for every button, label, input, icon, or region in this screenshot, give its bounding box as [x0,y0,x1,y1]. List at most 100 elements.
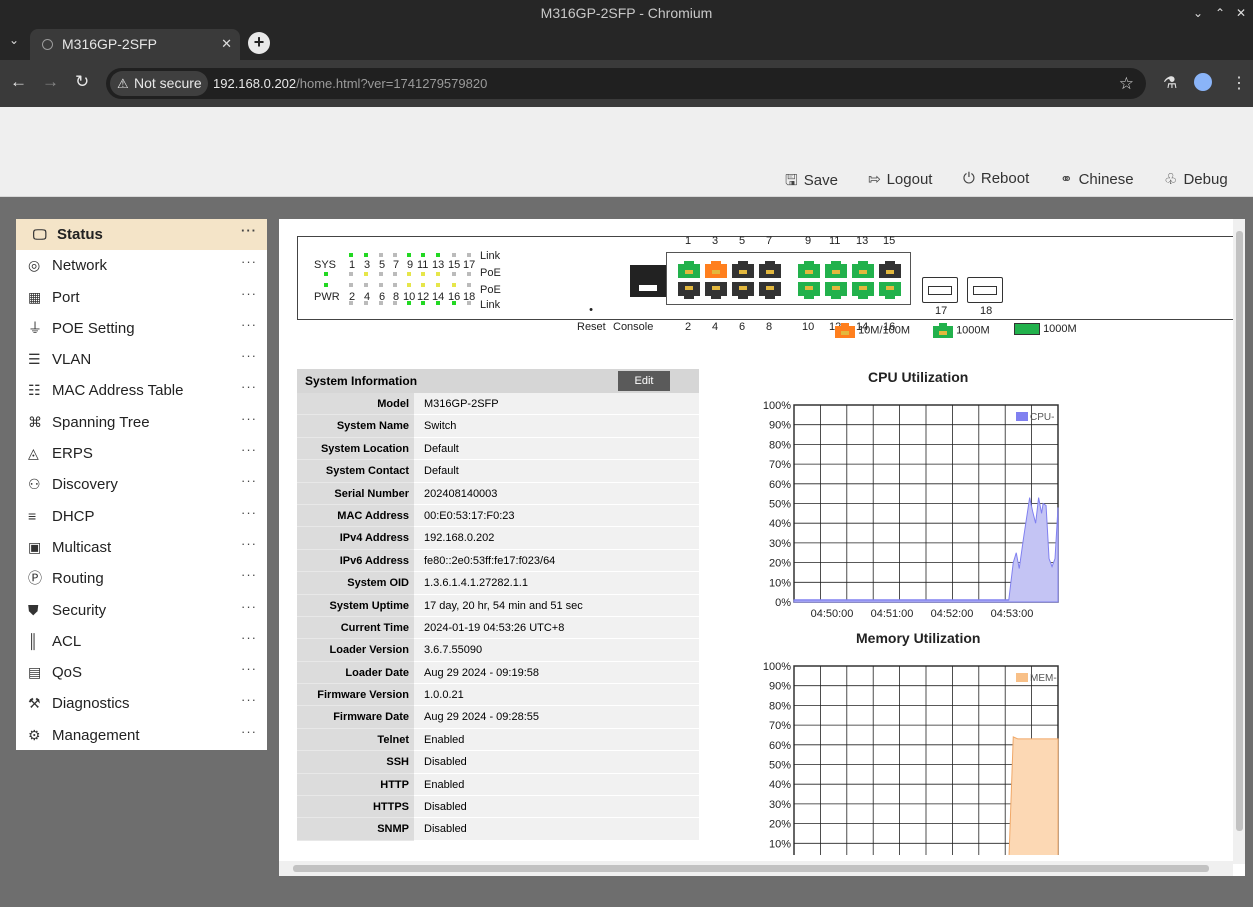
debug-button[interactable]: ♧ Debug [1164,170,1228,188]
sidebar-item-discovery[interactable]: ⚇ Discovery ··· [16,469,267,500]
y-tick-label: 20% [769,558,791,570]
y-tick-label: 40% [769,779,791,791]
sidebar-item-dhcp[interactable]: ≡ DHCP ··· [16,501,267,532]
more-icon[interactable]: ··· [241,559,257,590]
sidebar-item-poe-setting[interactable]: ⏚ POE Setting ··· [16,313,267,344]
bookmark-star-icon[interactable]: ☆ [1119,68,1134,99]
odd-port-number: 3 [364,259,371,271]
rj45-port-icon[interactable] [825,261,847,278]
rj45-port-icon[interactable] [798,261,820,278]
sidebar-item-acl[interactable]: ║ ACL ··· [16,626,267,657]
more-icon[interactable]: ··· [241,653,257,684]
gear-icon: ⚙ [28,726,41,743]
row-label-poe-bottom: PoE [480,284,501,296]
sidebar-item-erps[interactable]: ◬ ERPS ··· [16,438,267,469]
labs-flask-icon[interactable]: ⚗ [1163,73,1177,93]
tab-search-icon[interactable]: ⌄ [9,33,19,47]
profile-avatar[interactable] [1194,73,1212,91]
bell-icon: ♧ [1164,171,1178,188]
more-icon[interactable]: ··· [241,684,257,715]
edit-button[interactable]: Edit [618,371,670,391]
close-tab-icon[interactable]: ✕ [221,29,232,59]
rj45-port-icon[interactable] [852,261,874,278]
sidebar-item-label: Port [52,288,80,306]
logout-button[interactable]: ⇰ Logout [868,170,932,188]
reset-label: Reset [577,321,606,333]
more-icon[interactable]: ··· [241,340,257,371]
globe-icon: ⚭ [1060,171,1073,188]
sidebar-item-vlan[interactable]: ☰ VLAN ··· [16,344,267,375]
info-row: Telnet Enabled [297,728,699,752]
y-tick-label: 10% [769,838,791,850]
more-icon[interactable]: ··· [241,371,257,402]
maximize-icon[interactable]: ⌃ [1215,0,1225,27]
chinese-label: Chinese [1078,171,1134,188]
status-led [421,283,425,287]
browser-tab[interactable]: M316GP-2SFP ✕ [30,29,240,60]
security-label: Not secure [134,75,202,91]
more-icon[interactable]: ··· [241,528,257,559]
sidebar-item-diagnostics[interactable]: ⚒ Diagnostics ··· [16,688,267,719]
sidebar-item-routing[interactable]: Ⓟ Routing ··· [16,563,267,594]
more-icon[interactable]: ··· [241,497,257,528]
security-chip[interactable]: ⚠ Not secure [110,71,208,96]
sidebar-item-mac-address-table[interactable]: ☷ MAC Address Table ··· [16,375,267,406]
sfp-port-icon[interactable] [922,277,958,303]
forward-icon[interactable]: → [42,72,59,92]
rj45-port-icon[interactable] [732,282,754,299]
rj45-port-icon[interactable] [732,261,754,278]
menu-kebab-icon[interactable]: ⋮ [1231,73,1247,93]
more-icon[interactable]: ··· [241,591,257,622]
rj45-port-icon[interactable] [678,261,700,278]
close-window-icon[interactable]: ✕ [1236,0,1246,27]
minimize-icon[interactable]: ⌄ [1193,0,1203,27]
sidebar-item-security[interactable]: ⛊ Security ··· [16,595,267,626]
rj45-port-icon[interactable] [759,261,781,278]
odd-port-number: 1 [349,259,356,271]
save-button[interactable]: 🖫 Save [785,170,838,195]
more-icon[interactable]: ··· [241,246,257,277]
info-row: System OID 1.3.6.1.4.1.27282.1.1 [297,572,699,595]
rj45-port-icon[interactable] [825,282,847,299]
address-bar[interactable]: ⚠ Not secure 192.168.0.202/home.html?ver… [106,68,1146,99]
rj45-port-icon[interactable] [705,261,727,278]
url-text[interactable]: 192.168.0.202/home.html?ver=174127957982… [213,68,487,99]
rj45-port-icon[interactable] [879,261,901,278]
rj45-port-icon[interactable] [798,282,820,299]
more-icon[interactable]: ··· [241,434,257,465]
more-icon[interactable]: ··· [241,465,257,496]
sidebar-item-spanning-tree[interactable]: ⌘ Spanning Tree ··· [16,407,267,438]
more-icon[interactable]: ··· [241,622,257,653]
sidebar-item-multicast[interactable]: ▣ Multicast ··· [16,532,267,563]
info-row: Serial Number 202408140003 [297,482,699,505]
sfp-port-icon[interactable] [967,277,1003,303]
reboot-button[interactable]: ⏻ Reboot [963,170,1029,187]
sidebar-item-qos[interactable]: ▤ QoS ··· [16,657,267,688]
odd-port-number: 15 [448,259,461,271]
chinese-button[interactable]: ⚭ Chinese [1060,170,1134,188]
sidebar-item-port[interactable]: ▦ Port ··· [16,282,267,313]
vertical-scrollbar[interactable] [1233,219,1245,864]
more-icon[interactable]: ··· [241,309,257,340]
more-icon[interactable]: ··· [241,716,257,747]
sidebar-item-network[interactable]: ◎ Network ··· [16,250,267,281]
info-value: Disabled [414,796,699,819]
sidebar-item-management[interactable]: ⚙ Management ··· [16,720,267,751]
reset-button[interactable]: • [588,304,594,316]
new-tab-button[interactable]: + [248,32,270,54]
more-icon[interactable]: ··· [241,278,257,309]
more-icon[interactable]: ··· [241,215,257,246]
info-key: System Contact [297,460,414,483]
rj45-port-icon[interactable] [678,282,700,299]
rj45-port-icon[interactable] [705,282,727,299]
rj45-port-icon[interactable] [879,282,901,299]
more-icon[interactable]: ··· [241,403,257,434]
horizontal-scrollbar[interactable] [279,861,1233,876]
sidebar-item-status[interactable]: 🖵 Status ··· [16,219,267,251]
rj45-port-icon[interactable] [759,282,781,299]
url-host: 192.168.0.202 [213,76,297,91]
status-led [393,301,397,305]
back-icon[interactable]: ← [10,72,27,92]
reload-icon[interactable]: ↻ [75,72,89,92]
rj45-port-icon[interactable] [852,282,874,299]
